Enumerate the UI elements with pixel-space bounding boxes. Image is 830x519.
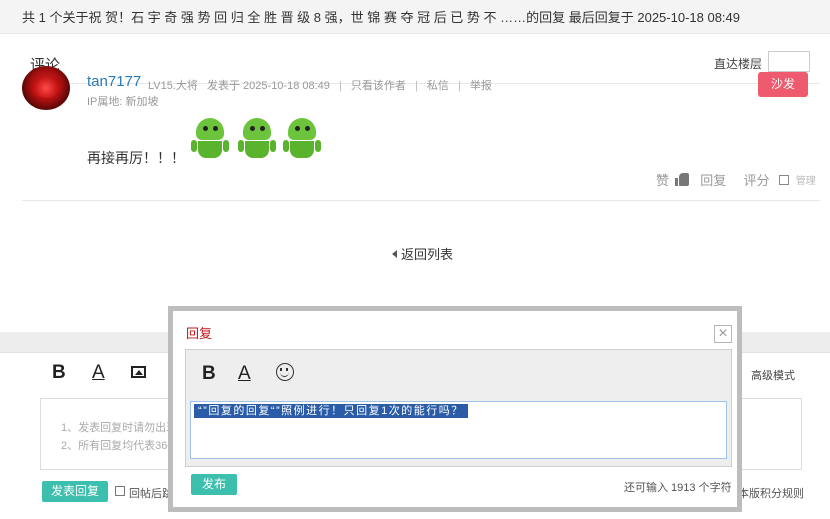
android-emoji-icon	[191, 118, 229, 160]
post-meta: LV15.大将 发表于 2025-10-18 08:49 | 只看该作者 | 私…	[148, 77, 498, 93]
thread-reply-header: 共 1 个关于祝 贺！石 宇 奇 强 势 回 归 全 胜 晋 级 8 强，世 锦…	[0, 0, 830, 34]
android-emoji-icon	[238, 118, 276, 160]
like-button[interactable]: 赞	[656, 170, 669, 189]
jump-after-reply-label: 回帖后跳	[129, 488, 173, 500]
font-color-icon[interactable]: A	[92, 362, 105, 384]
smiley-icon[interactable]	[276, 363, 294, 381]
editor-rule: 2、所有回复均代表360	[61, 440, 174, 452]
reply-dialog: 回复 × B A “”回复的回复“”照例进行！只回复1次的能行吗？ 发布 还可输…	[168, 306, 742, 512]
rate-button[interactable]: 评分	[744, 170, 770, 189]
submit-reply-button[interactable]: 发表回复	[42, 481, 108, 502]
bold-icon[interactable]: B	[202, 363, 216, 385]
back-to-list-link[interactable]: 返回列表	[392, 244, 453, 263]
username-link[interactable]: tan7177	[87, 73, 141, 90]
dialog-editor: B A “”回复的回复“”照例进行！只回复1次的能行吗？	[185, 349, 732, 467]
bold-icon[interactable]: B	[52, 362, 66, 384]
report-link[interactable]: 举报	[470, 80, 492, 92]
sofa-badge: 沙发	[758, 72, 808, 97]
goto-floor-label: 直达楼层	[713, 57, 762, 71]
board-rules-link[interactable]: 本版积分规则	[738, 485, 804, 501]
caret-left-icon	[392, 250, 397, 258]
jump-after-reply-checkbox[interactable]	[115, 486, 125, 496]
only-author-link[interactable]: 只看该作者	[351, 80, 406, 92]
editor-rule: 1、发表回复时请勿出现	[61, 422, 178, 434]
user-level: LV15.大将	[148, 80, 198, 92]
font-color-icon[interactable]: A	[238, 363, 251, 385]
publish-button[interactable]: 发布	[191, 474, 237, 495]
android-emoji-icon	[283, 118, 321, 160]
back-to-list-label: 返回列表	[401, 247, 454, 262]
dialog-textarea[interactable]: “”回复的回复“”照例进行！只回复1次的能行吗？	[190, 401, 727, 459]
post-time: 发表于 2025-10-18 08:49	[207, 80, 330, 92]
meta-separator: |	[338, 80, 342, 92]
close-icon[interactable]: ×	[714, 325, 732, 343]
selected-text: “”回复的回复“”照例进行！只回复1次的能行吗？	[194, 404, 468, 418]
remaining-chars: 还可输入 1913 个字符	[624, 482, 732, 494]
dialog-title: 回复	[186, 326, 213, 341]
meta-separator: |	[414, 80, 418, 92]
reply-button[interactable]: 回复	[700, 170, 726, 189]
meta-separator: |	[457, 80, 461, 92]
ip-location: IP属地: 新加坡	[87, 96, 159, 108]
image-icon[interactable]	[131, 366, 146, 378]
avatar[interactable]	[22, 66, 70, 110]
post-actions: 赞 回复 评分 管理	[656, 170, 816, 189]
manage-checkbox[interactable]	[779, 174, 790, 185]
post-text: 再接再厉！！！	[87, 150, 185, 166]
thumbs-up-icon[interactable]	[674, 173, 689, 186]
advanced-mode-link[interactable]: 高级模式	[751, 367, 795, 383]
divider	[22, 200, 820, 201]
private-message-link[interactable]: 私信	[427, 80, 449, 92]
manage-label: 管理	[795, 176, 816, 187]
goto-floor-input[interactable]	[768, 51, 810, 72]
